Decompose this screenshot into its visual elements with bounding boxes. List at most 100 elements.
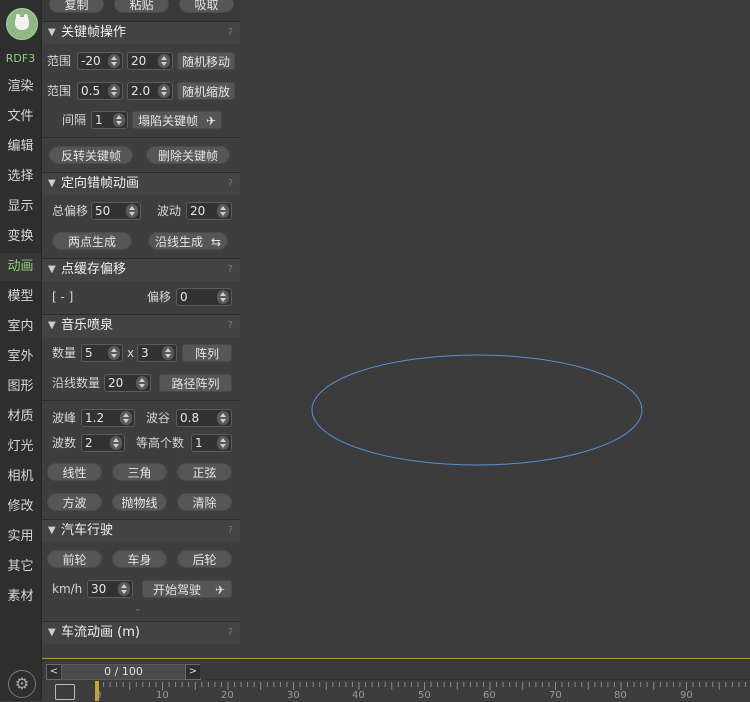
nav-item-interior[interactable]: 室内 bbox=[0, 313, 41, 341]
nav-item-utility[interactable]: 实用 bbox=[0, 523, 41, 551]
random-scale-button[interactable]: 随机缩放 bbox=[177, 82, 235, 100]
nav-item-file[interactable]: 文件 bbox=[0, 103, 41, 131]
keyframe-section: ▼ 关键帧操作 ? 范围 -20 20 随机移动 范围 0.5 2.0 随机缩放… bbox=[42, 21, 240, 172]
square-wave-button[interactable]: 方波 bbox=[47, 493, 102, 511]
ruler-label: 20 bbox=[221, 690, 234, 701]
wave-spinner[interactable]: 20 bbox=[186, 202, 232, 220]
nav-item-assets[interactable]: 素材 bbox=[0, 583, 41, 611]
nav-item-select[interactable]: 选择 bbox=[0, 163, 41, 191]
music-fountain-section: ▼ 音乐喷泉 ? 数量 5 x 3 阵列 沿线数量 20 路径阵列 波峰 1.2… bbox=[42, 314, 240, 519]
nav-item-render[interactable]: 渲染 bbox=[0, 73, 41, 101]
scale-min-spinner[interactable]: 0.5 bbox=[77, 82, 123, 100]
help-icon[interactable]: ? bbox=[228, 315, 233, 337]
random-move-button[interactable]: 随机移动 bbox=[177, 52, 235, 70]
3d-viewport[interactable] bbox=[241, 0, 750, 658]
count-y-spinner[interactable]: 3 bbox=[137, 344, 177, 362]
nav-brand[interactable]: RDF3 bbox=[0, 45, 41, 73]
path-array-button[interactable]: 路径阵列 bbox=[159, 374, 232, 392]
nav-item-edit[interactable]: 编辑 bbox=[0, 133, 41, 161]
keyframe-header[interactable]: ▼ 关键帧操作 ? bbox=[42, 22, 240, 44]
settings-gear-icon[interactable]: ⚙ bbox=[8, 670, 36, 698]
next-frame-button[interactable]: > bbox=[185, 664, 201, 680]
nav-item-model[interactable]: 模型 bbox=[0, 283, 41, 311]
point-cache-section: ▼ 点缓存偏移 ? [ - ] 偏移 0 bbox=[42, 258, 240, 314]
nav-item-material[interactable]: 材质 bbox=[0, 403, 41, 431]
ruler-label: 50 bbox=[418, 690, 431, 701]
rear-wheel-button[interactable]: 后轮 bbox=[177, 550, 232, 568]
help-icon[interactable]: ? bbox=[228, 520, 233, 542]
array-button[interactable]: 阵列 bbox=[182, 344, 232, 362]
chevron-down-icon: ▼ bbox=[48, 264, 56, 275]
pin-icon: ✈ bbox=[214, 583, 225, 597]
path-count-spinner[interactable]: 20 bbox=[104, 374, 151, 392]
time-track[interactable] bbox=[200, 664, 750, 678]
help-icon[interactable]: ? bbox=[228, 22, 233, 44]
ellipse-shape[interactable] bbox=[311, 354, 643, 466]
time-slider-bar: < 0 / 100 > bbox=[42, 661, 750, 680]
move-max-spinner[interactable]: 20 bbox=[127, 52, 173, 70]
along-line-generate-button[interactable]: 沿线生成 ⇆ bbox=[148, 232, 228, 250]
nav-item-animation[interactable]: 动画 bbox=[0, 253, 41, 281]
nav-item-shapes[interactable]: 图形 bbox=[0, 373, 41, 401]
frame-ruler[interactable]: 0 10 20 30 40 50 60 70 80 90 bbox=[42, 680, 750, 702]
car-drive-header[interactable]: ▼ 汽车行驶 ? bbox=[42, 520, 240, 542]
total-offset-label: 总偏移 bbox=[52, 204, 89, 218]
parabola-button[interactable]: 抛物线 bbox=[112, 493, 167, 511]
timeline: < 0 / 100 > 0 10 20 30 40 50 60 70 80 90 bbox=[42, 658, 750, 702]
collapse-keyframes-button[interactable]: 塌陷关键帧 ✈ bbox=[132, 111, 222, 129]
app-logo-icon[interactable] bbox=[6, 8, 38, 40]
reverse-keyframes-button[interactable]: 反转关键帧 bbox=[49, 146, 133, 164]
scale-max-spinner[interactable]: 2.0 bbox=[127, 82, 173, 100]
point-cache-header[interactable]: ▼ 点缓存偏移 ? bbox=[42, 259, 240, 281]
car-body-button[interactable]: 车身 bbox=[112, 550, 167, 568]
time-slider[interactable]: 0 / 100 bbox=[61, 664, 186, 680]
two-point-generate-button[interactable]: 两点生成 bbox=[52, 232, 132, 250]
section-title: 车流动画 (m) bbox=[61, 625, 140, 640]
chevron-down-icon: ▼ bbox=[48, 320, 56, 331]
nav-item-light[interactable]: 灯光 bbox=[0, 433, 41, 461]
paste-button[interactable]: 粘贴 bbox=[114, 0, 169, 13]
music-fountain-header[interactable]: ▼ 音乐喷泉 ? bbox=[42, 315, 240, 337]
help-icon[interactable]: ? bbox=[228, 622, 233, 644]
ruler-label: 10 bbox=[156, 690, 169, 701]
chevron-down-icon: ▼ bbox=[48, 627, 56, 638]
peak-spinner[interactable]: 1.2 bbox=[81, 409, 135, 427]
nav-item-camera[interactable]: 相机 bbox=[0, 463, 41, 491]
nav-item-display[interactable]: 显示 bbox=[0, 193, 41, 221]
clear-button[interactable]: 清除 bbox=[177, 493, 232, 511]
ruler-label: 60 bbox=[483, 690, 496, 701]
waves-spinner[interactable]: 2 bbox=[81, 434, 125, 452]
cache-offset-spinner[interactable]: 0 bbox=[176, 288, 232, 306]
valley-spinner[interactable]: 0.8 bbox=[176, 409, 232, 427]
tool-panel: 复制 粘贴 吸取 ▼ 关键帧操作 ? 范围 -20 20 随机移动 范围 0.5… bbox=[42, 0, 240, 658]
delete-keyframes-button[interactable]: 删除关键帧 bbox=[146, 146, 230, 164]
triangle-button[interactable]: 三角 bbox=[112, 463, 167, 481]
help-icon[interactable]: ? bbox=[228, 173, 233, 195]
sine-button[interactable]: 正弦 bbox=[177, 463, 232, 481]
cache-object-picker[interactable]: [ - ] bbox=[52, 288, 73, 306]
traffic-animation-header[interactable]: ▼ 车流动画 (m) ? bbox=[42, 622, 240, 644]
nav-item-other[interactable]: 其它 bbox=[0, 553, 41, 581]
nav-item-exterior[interactable]: 室外 bbox=[0, 343, 41, 371]
count-label: 数量 bbox=[52, 346, 77, 360]
nav-item-transform[interactable]: 变换 bbox=[0, 223, 41, 251]
prev-frame-button[interactable]: < bbox=[46, 664, 62, 680]
copy-button[interactable]: 复制 bbox=[49, 0, 104, 13]
pick-button[interactable]: 吸取 bbox=[179, 0, 234, 13]
count-x-spinner[interactable]: 5 bbox=[81, 344, 123, 362]
contour-spinner[interactable]: 1 bbox=[191, 434, 232, 452]
offset-animation-header[interactable]: ▼ 定向错帧动画 ? bbox=[42, 173, 240, 195]
nav-item-modify[interactable]: 修改 bbox=[0, 493, 41, 521]
section-title: 汽车行驶 bbox=[61, 523, 114, 538]
speed-spinner[interactable]: 30 bbox=[87, 580, 133, 598]
help-icon[interactable]: ? bbox=[228, 259, 233, 281]
wave-label: 波动 bbox=[157, 204, 182, 218]
front-wheel-button[interactable]: 前轮 bbox=[47, 550, 102, 568]
interval-spinner[interactable]: 1 bbox=[91, 111, 128, 129]
linear-button[interactable]: 线性 bbox=[47, 463, 102, 481]
pin-icon: ✈ bbox=[205, 114, 216, 128]
total-offset-spinner[interactable]: 50 bbox=[91, 202, 141, 220]
start-driving-button[interactable]: 开始驾驶 ✈ bbox=[142, 580, 232, 598]
move-min-spinner[interactable]: -20 bbox=[77, 52, 123, 70]
ruler-label: 90 bbox=[680, 690, 693, 701]
